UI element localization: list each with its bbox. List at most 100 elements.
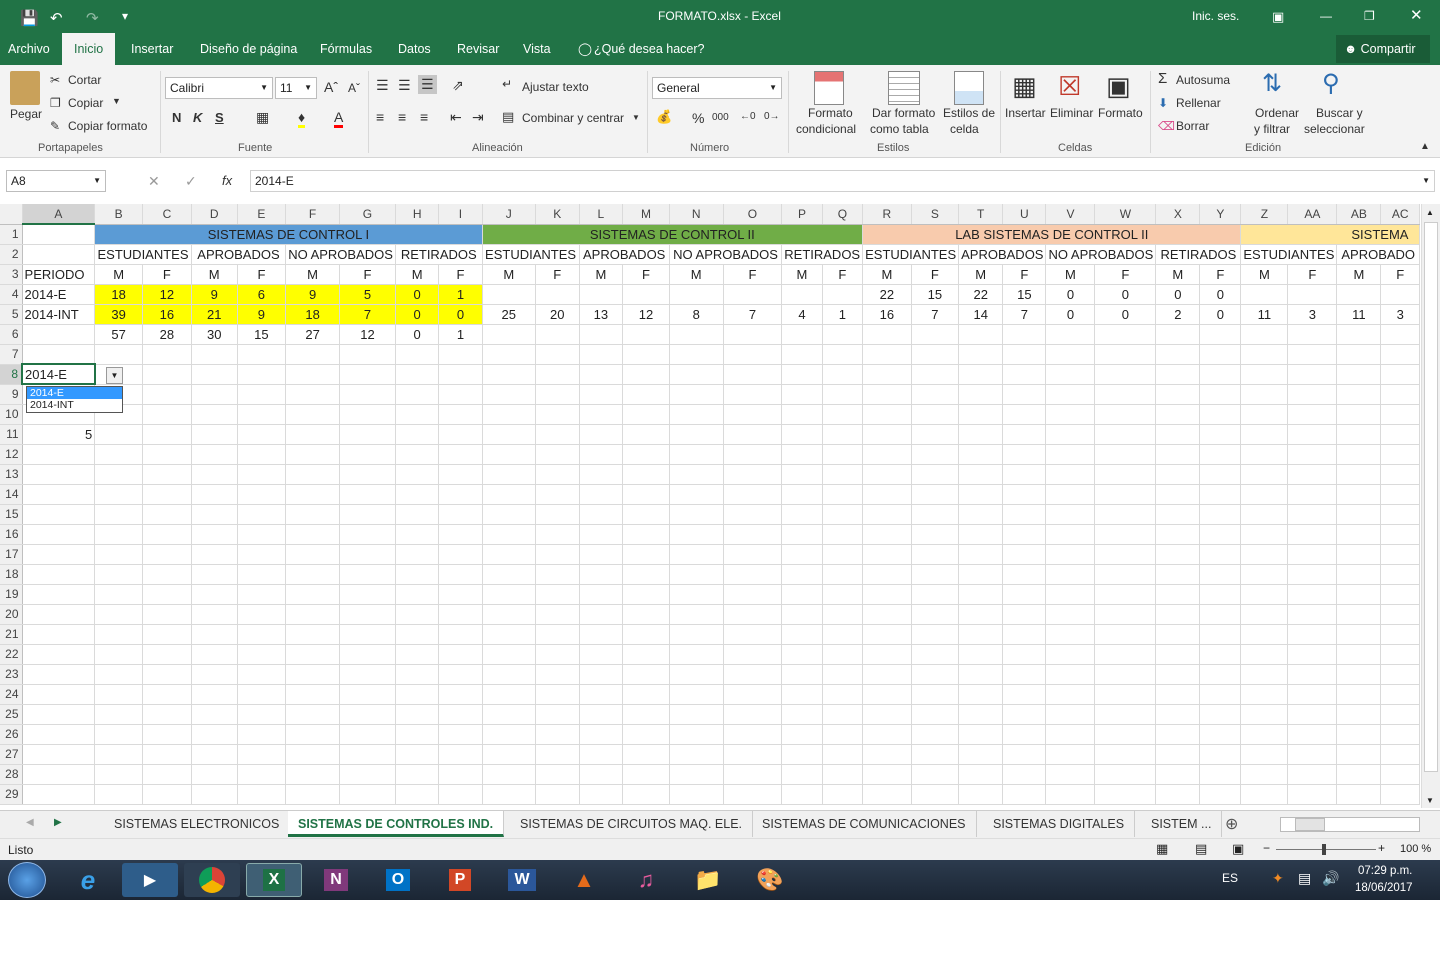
zoom-slider[interactable]: [1276, 849, 1376, 850]
cell[interactable]: [535, 784, 580, 805]
cell[interactable]: [395, 684, 440, 705]
cell[interactable]: [781, 644, 823, 665]
cell[interactable]: 0: [1045, 304, 1096, 325]
cell[interactable]: [1336, 724, 1382, 745]
cell[interactable]: [958, 444, 1004, 465]
cell[interactable]: [781, 524, 823, 545]
tab-archivo[interactable]: Archivo: [8, 33, 50, 65]
cell[interactable]: [911, 524, 960, 545]
tab-diseno[interactable]: Diseño de página: [200, 33, 297, 65]
cell[interactable]: [535, 344, 580, 365]
column-header[interactable]: G: [339, 204, 396, 225]
clear-button[interactable]: Borrar: [1176, 119, 1209, 133]
cell[interactable]: [237, 664, 287, 685]
cell[interactable]: [1199, 604, 1242, 625]
antivirus-icon[interactable]: ✦: [1272, 870, 1284, 887]
cell[interactable]: [1336, 764, 1382, 785]
format-table-label-2[interactable]: como tabla: [870, 122, 929, 136]
cell[interactable]: [285, 744, 341, 765]
cell[interactable]: 16: [862, 304, 912, 325]
cell[interactable]: F: [1199, 264, 1242, 285]
cell[interactable]: [1045, 604, 1096, 625]
cell[interactable]: [142, 464, 192, 485]
volume-icon[interactable]: 🔊: [1322, 870, 1339, 887]
cell[interactable]: [911, 604, 960, 625]
cell[interactable]: [579, 784, 624, 805]
cell[interactable]: 15: [1002, 284, 1047, 305]
cell[interactable]: [395, 744, 440, 765]
cell[interactable]: [1380, 404, 1420, 425]
column-header[interactable]: Z: [1240, 204, 1289, 225]
cell[interactable]: [622, 764, 670, 785]
row-header[interactable]: 20: [0, 604, 23, 625]
row-header[interactable]: 21: [0, 624, 23, 645]
cell[interactable]: [1199, 364, 1242, 385]
cell[interactable]: [535, 524, 580, 545]
cell[interactable]: [395, 664, 440, 685]
cell[interactable]: [395, 504, 440, 525]
cell[interactable]: [622, 564, 670, 585]
cell[interactable]: 7: [1002, 304, 1047, 325]
cell[interactable]: [781, 364, 823, 385]
cell[interactable]: [1045, 324, 1096, 345]
formula-input[interactable]: 2014-E ▼: [250, 170, 1435, 192]
cell[interactable]: [191, 584, 238, 605]
cell[interactable]: [669, 524, 724, 545]
cell[interactable]: [1002, 724, 1047, 745]
cell[interactable]: [142, 784, 192, 805]
cell[interactable]: [723, 444, 783, 465]
cell[interactable]: [723, 744, 783, 765]
cell[interactable]: [142, 424, 192, 445]
cell[interactable]: [438, 424, 483, 445]
cell[interactable]: [669, 604, 724, 625]
scroll-up-icon[interactable]: ▲: [1426, 208, 1434, 217]
cell[interactable]: [191, 484, 238, 505]
cell[interactable]: 3: [1380, 304, 1420, 325]
cell[interactable]: [669, 324, 724, 345]
cell[interactable]: [579, 704, 624, 725]
cell[interactable]: [669, 544, 724, 565]
cell[interactable]: [535, 544, 580, 565]
cell[interactable]: [1336, 624, 1382, 645]
cell[interactable]: [1240, 744, 1289, 765]
bold-button[interactable]: N: [172, 110, 181, 125]
page-break-icon[interactable]: ▣: [1232, 841, 1244, 857]
cell[interactable]: [862, 384, 912, 405]
cell[interactable]: M: [191, 264, 238, 285]
cell[interactable]: [22, 564, 96, 585]
cut-button[interactable]: Cortar: [68, 73, 101, 87]
row-header[interactable]: 5: [0, 304, 23, 325]
cell[interactable]: [1199, 784, 1242, 805]
cell[interactable]: [1336, 384, 1382, 405]
cell[interactable]: [339, 344, 396, 365]
cell[interactable]: [669, 504, 724, 525]
cell[interactable]: [579, 464, 624, 485]
cell[interactable]: [1045, 444, 1096, 465]
cell[interactable]: [1240, 284, 1289, 305]
cell[interactable]: M: [482, 264, 536, 285]
cell[interactable]: [1336, 364, 1382, 385]
cell[interactable]: [723, 724, 783, 745]
cell[interactable]: [822, 444, 864, 465]
cell[interactable]: [22, 684, 96, 705]
cell[interactable]: [339, 664, 396, 685]
cell[interactable]: [438, 464, 483, 485]
cell[interactable]: 9: [285, 284, 341, 305]
cell[interactable]: [911, 324, 960, 345]
insert-cells-button[interactable]: Insertar: [1005, 106, 1046, 120]
column-header[interactable]: W: [1094, 204, 1157, 225]
cell[interactable]: [142, 724, 192, 745]
cell[interactable]: [622, 284, 670, 305]
row-header[interactable]: 16: [0, 524, 23, 545]
cell[interactable]: [395, 364, 440, 385]
align-left-icon[interactable]: ≡: [376, 109, 384, 125]
cell[interactable]: [395, 444, 440, 465]
cell[interactable]: [1199, 624, 1242, 645]
cell[interactable]: [22, 764, 96, 785]
cell[interactable]: [1336, 444, 1382, 465]
subheader-cell[interactable]: NO APROBADOS: [285, 243, 396, 265]
cell[interactable]: [1155, 644, 1201, 665]
column-header[interactable]: D: [191, 204, 238, 225]
column-header[interactable]: R: [862, 204, 912, 225]
cell[interactable]: [237, 364, 287, 385]
